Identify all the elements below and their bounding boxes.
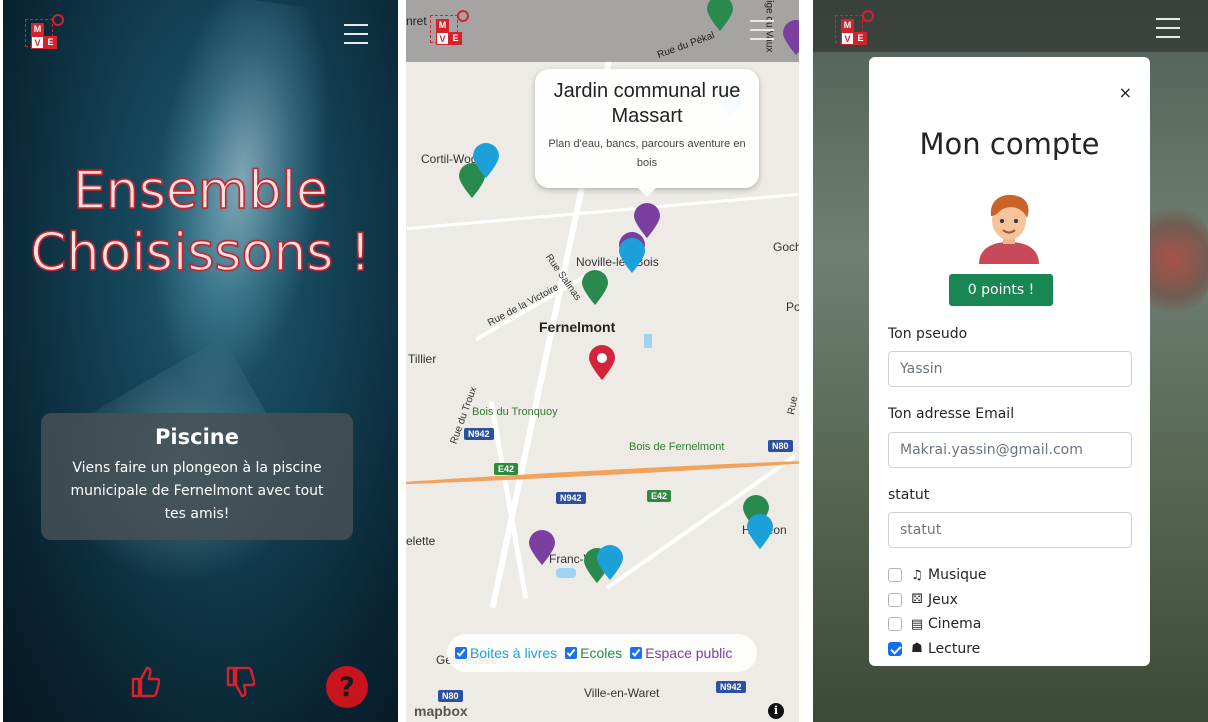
question-circle-icon[interactable]: ? [325,665,369,709]
filter-book-boxes[interactable]: Boites à livres [455,645,557,661]
interest-checkbox[interactable] [888,641,902,656]
pseudo-field[interactable] [888,351,1132,387]
dice-icon: ⚄ [911,592,923,608]
popup-title: Jardin communal rue Massart [553,80,741,127]
activity-title: Piscine [155,425,239,449]
vote-actions: ? [3,665,398,709]
map-label: Fernelmont [539,319,616,335]
interest-checkbox[interactable] [888,592,902,607]
thumbs-up-icon[interactable] [130,665,160,699]
map-label: Rue [786,395,799,416]
pseudo-label: Ton pseudo [888,326,968,342]
interest-jeux[interactable]: ⚄ Jeux [888,588,987,613]
road-shield: E42 [494,463,519,475]
filter-schools-checkbox[interactable] [565,647,578,659]
school-pin[interactable] [706,0,734,32]
map-label: elette [406,534,436,548]
map-label: Rue du Pékal [655,30,717,61]
swipe-screen: M V E Ensemble Choisissons ! Piscine Vie… [3,0,398,722]
popup-description: Plan d'eau, bancs, parcours aventure en … [548,138,746,169]
hero-title: Ensemble Choisissons ! [30,160,372,284]
road-shield: N80 [768,440,793,452]
map-label: Bois de Fernelmont [629,441,725,453]
road-shield: N942 [464,428,494,440]
road-shield: N80 [438,690,463,702]
filter-public-space-checkbox[interactable] [630,647,643,659]
points-badge[interactable]: 0 points ! [949,274,1053,306]
map-label: Po [786,300,799,314]
filter-book-boxes-checkbox[interactable] [455,647,467,659]
avatar [979,194,1039,264]
app-logo[interactable]: M V E [25,14,67,52]
map-label: Goch [773,240,799,254]
road-shield: N942 [556,492,586,504]
interest-cinema[interactable]: ▤ Cinema [888,612,987,637]
book-box-pin[interactable] [618,238,646,274]
statut-field[interactable] [888,512,1132,548]
account-screen: M V E × Mon compte 0 points ! Ton pseudo… [813,0,1208,722]
interest-musique[interactable]: ♫ Musique [888,563,987,588]
activity-description: Viens faire un plongeon à la piscine mun… [70,460,324,522]
menu-icon[interactable] [344,24,368,44]
public-space-pin[interactable] [528,530,556,566]
email-label: Ton adresse Email [888,406,1015,422]
road-shield: E42 [647,490,672,502]
public-space-pin[interactable] [782,20,799,56]
thumbs-down-icon[interactable] [225,665,255,699]
close-icon[interactable]: × [1119,83,1132,102]
interest-list: ♫ Musique ⚄ Jeux ▤ Cinema ☗ Lecture [888,563,987,661]
book-box-pin[interactable] [472,143,500,179]
map-screen[interactable]: Cortil-Wodon Noville-les-Bois Fernelmont… [406,0,799,722]
menu-icon[interactable] [1156,18,1180,38]
music-icon: ♫ [911,567,923,583]
interest-checkbox[interactable] [888,568,902,583]
filter-public-space[interactable]: Espace public [630,645,732,661]
interest-checkbox[interactable] [888,617,902,632]
selected-location-pin[interactable] [588,345,616,381]
map-label: nret [406,14,427,28]
school-pin[interactable] [581,270,609,306]
film-icon: ▤ [910,616,924,632]
modal-title: Mon compte [919,127,1100,161]
app-logo[interactable]: M V E [430,10,472,48]
book-box-pin[interactable] [746,514,774,550]
map-label: Ville-en-Waret [584,686,660,700]
road-shield: N942 [716,681,746,693]
map-label: Tillier [408,352,437,366]
location-popup[interactable]: Jardin communal rue Massart Plan d'eau, … [535,69,759,197]
mapbox-logo[interactable]: mapbox [414,703,468,719]
book-reader-icon: ☗ [911,641,923,657]
svg-text:?: ? [339,672,355,703]
menu-icon[interactable] [750,20,774,40]
activity-card: Piscine Viens faire un plongeon à la pis… [41,413,353,540]
app-logo[interactable]: M V E [835,10,877,48]
info-icon[interactable]: i [768,703,784,719]
category-filters: Boites à livres Ecoles Espace public [447,634,757,672]
interest-lecture[interactable]: ☗ Lecture [888,637,987,662]
email-field[interactable] [888,432,1132,468]
filter-schools[interactable]: Ecoles [565,645,622,661]
book-box-pin[interactable] [596,545,624,581]
statut-label: statut [888,487,930,503]
account-modal: × Mon compte 0 points ! Ton pseudo Ton a… [869,57,1150,666]
map-label: Bois du Tronquoy [472,406,558,418]
